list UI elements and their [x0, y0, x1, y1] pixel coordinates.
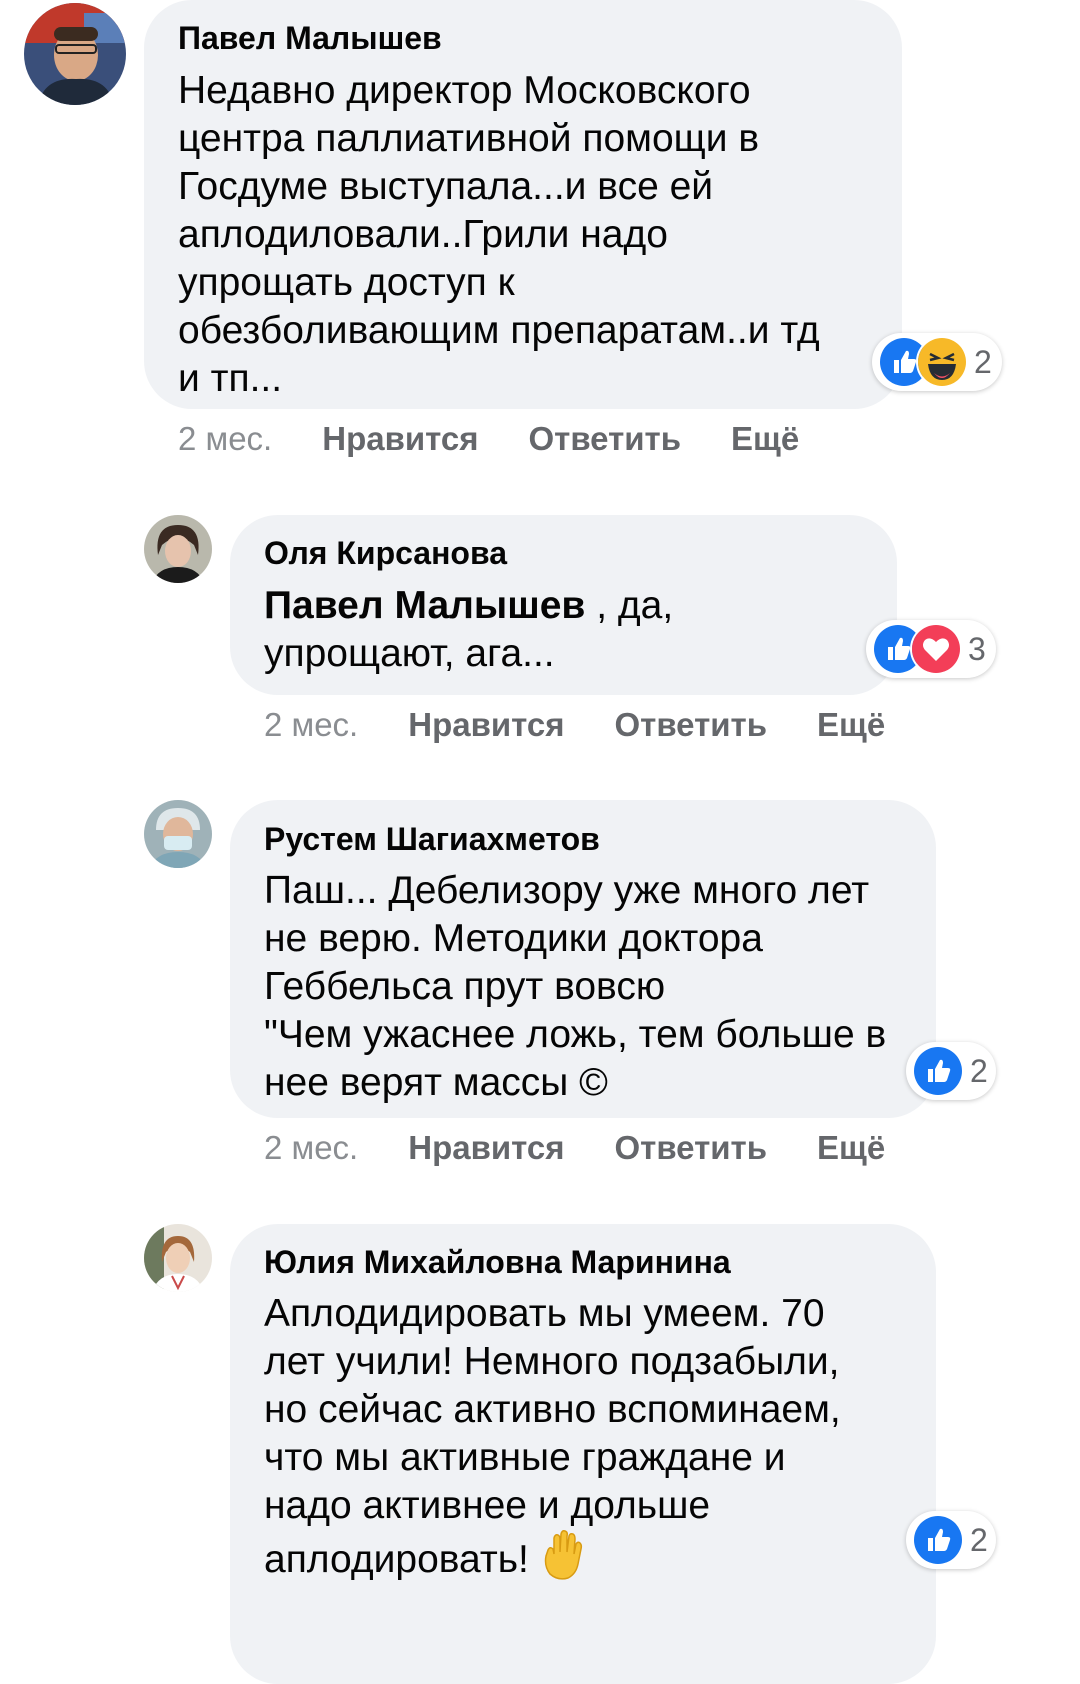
like-button[interactable]: Нравится [408, 1129, 564, 1167]
avatar-photo-icon [144, 800, 212, 868]
comment-timestamp[interactable]: 2 мес. [178, 420, 272, 458]
comment-author[interactable]: Павел Малышев [178, 20, 442, 57]
reaction-summary[interactable]: 2 [906, 1511, 996, 1569]
reaction-count: 2 [970, 1052, 988, 1089]
more-button[interactable]: Ещё [817, 706, 885, 744]
comment-text: Павел Малышев , да, упрощают, ага... [264, 582, 673, 678]
comment-author[interactable]: Оля Кирсанова [264, 535, 507, 572]
comment-timestamp[interactable]: 2 мес. [264, 706, 358, 744]
reply-button[interactable]: Ответить [615, 706, 768, 744]
more-button[interactable]: Ещё [817, 1129, 885, 1167]
avatar-photo-icon [144, 515, 212, 583]
comment-actions: 2 мес. Нравится Ответить Ещё [264, 1129, 935, 1167]
comment-actions: 2 мес. Нравится Ответить Ещё [178, 420, 849, 458]
comment-author[interactable]: Юлия Михайловна Маринина [264, 1244, 731, 1281]
avatar-photo-icon [24, 3, 126, 105]
reaction-count: 2 [970, 1521, 988, 1558]
avatar[interactable] [144, 515, 212, 583]
comment-text: Аплодидировать мы умеем. 70 лет учили! Н… [264, 1290, 841, 1584]
reaction-count: 2 [974, 343, 992, 380]
like-button[interactable]: Нравится [408, 706, 564, 744]
avatar[interactable] [144, 800, 212, 868]
comment-actions: 2 мес. Нравится Ответить Ещё [264, 706, 935, 744]
mention-link[interactable]: Павел Малышев [264, 584, 585, 627]
comment-author[interactable]: Рустем Шагиахметов [264, 821, 600, 858]
comment-timestamp[interactable]: 2 мес. [264, 1129, 358, 1167]
reply-button[interactable]: Ответить [615, 1129, 768, 1167]
reply-button[interactable]: Ответить [529, 420, 682, 458]
avatar[interactable] [144, 1224, 212, 1292]
like-icon [912, 1514, 964, 1566]
reaction-summary[interactable]: 2 [872, 333, 1002, 391]
avatar[interactable] [24, 3, 126, 105]
comment-text: Недавно директор Московского центра палл… [178, 69, 820, 400]
reaction-count: 3 [968, 630, 986, 667]
avatar-photo-icon [144, 1224, 212, 1292]
reaction-summary[interactable]: 3 [866, 620, 996, 678]
haha-icon [916, 336, 968, 388]
raised-hand-emoji [540, 1530, 584, 1580]
like-icon [912, 1045, 964, 1097]
like-button[interactable]: Нравится [322, 420, 478, 458]
reaction-summary[interactable]: 2 [906, 1042, 996, 1100]
love-icon [910, 623, 962, 675]
comment-text: Паш... Дебелизору уже много лет не верю.… [264, 869, 887, 1104]
more-button[interactable]: Ещё [731, 420, 799, 458]
